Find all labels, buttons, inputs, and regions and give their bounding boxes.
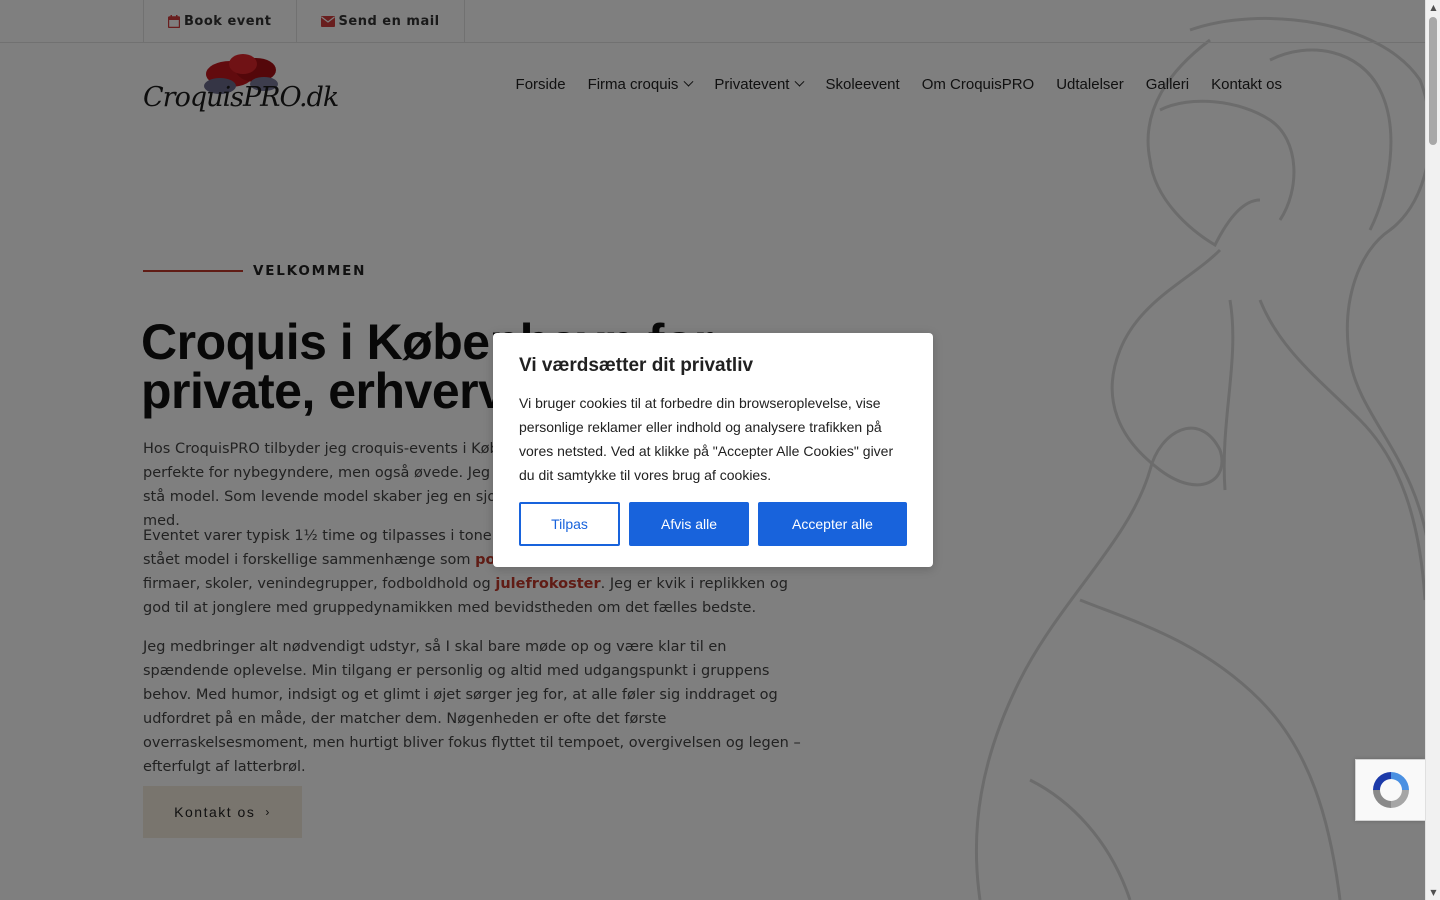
- customize-button[interactable]: Tilpas: [519, 502, 620, 546]
- scroll-down-arrow-icon[interactable]: ▼: [1426, 885, 1440, 900]
- cookie-modal-actions: Tilpas Afvis alle Accepter alle: [519, 502, 907, 546]
- cookie-modal-title: Vi værdsætter dit privatliv: [519, 355, 754, 376]
- cookie-consent-modal: Vi værdsætter dit privatliv Vi bruger co…: [493, 333, 933, 567]
- reject-all-button[interactable]: Afvis alle: [629, 502, 749, 546]
- accept-all-button[interactable]: Accepter alle: [758, 502, 907, 546]
- vertical-scrollbar[interactable]: ▲ ▼: [1425, 0, 1440, 900]
- scroll-thumb[interactable]: [1429, 17, 1437, 145]
- recaptcha-icon: [1372, 772, 1409, 808]
- scroll-up-arrow-icon[interactable]: ▲: [1426, 0, 1440, 15]
- page: Book event Send en mail CroquisPRO.dk Fo…: [0, 0, 1425, 900]
- cookie-modal-text: Vi bruger cookies til at forbedre din br…: [519, 395, 894, 483]
- recaptcha-badge[interactable]: [1355, 759, 1425, 821]
